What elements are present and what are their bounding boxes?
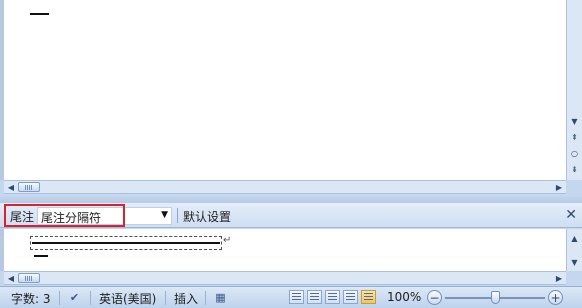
- scroll-up-icon[interactable]: ▲: [567, 231, 582, 245]
- scroll-thumb[interactable]: [18, 273, 40, 283]
- scroll-thumb[interactable]: [18, 182, 40, 192]
- highlight-box: [4, 204, 125, 227]
- print-layout-view-icon[interactable]: [289, 290, 304, 304]
- scroll-down-icon[interactable]: ▼: [567, 114, 582, 128]
- endnote-reference-mark: [30, 13, 49, 15]
- grip-icon: [25, 275, 33, 281]
- zoom-level[interactable]: 100%: [387, 290, 421, 304]
- zoom-slider-thumb[interactable]: [491, 291, 500, 304]
- cursor-mark: [34, 255, 48, 257]
- status-divider: [205, 291, 206, 305]
- web-layout-view-icon[interactable]: [325, 290, 340, 304]
- vertical-scrollbar[interactable]: ▼ ⇞ ○ ⇟: [566, 0, 582, 180]
- status-bar: 字数: 3 ✔ 英语(美国) 插入 ▦ 100% − +: [0, 286, 582, 308]
- word-window: ▼ ⇞ ○ ⇟ ◀ ▶ 尾注 尾注分隔符 ▼ 默认设置 ✕ ↵ ▲ ▼ ◀ ▶ …: [0, 0, 582, 308]
- close-icon[interactable]: ✕: [565, 207, 577, 223]
- insert-mode[interactable]: 插入: [174, 290, 198, 307]
- toolbar-divider: [177, 208, 178, 223]
- language[interactable]: 英语(美国): [99, 290, 156, 307]
- scroll-right-icon[interactable]: ▶: [552, 272, 566, 284]
- document-page[interactable]: [4, 0, 566, 180]
- note-vertical-scrollbar[interactable]: ▲ ▼: [566, 229, 582, 271]
- chevron-down-icon[interactable]: ▼: [161, 210, 168, 220]
- pane-splitter[interactable]: [0, 194, 582, 203]
- horizontal-scrollbar[interactable]: ◀ ▶: [4, 180, 566, 194]
- outline-view-icon[interactable]: [343, 290, 358, 304]
- note-horizontal-scrollbar[interactable]: ◀ ▶: [4, 271, 566, 285]
- endnote-pane[interactable]: ↵: [4, 229, 566, 271]
- note-pane-toolbar: 尾注 尾注分隔符 ▼ 默认设置 ✕: [0, 203, 582, 228]
- next-page-icon[interactable]: ⇟: [567, 162, 582, 176]
- zoom-in-icon[interactable]: +: [548, 290, 563, 305]
- draft-view-icon[interactable]: [361, 290, 376, 304]
- zoom-out-icon[interactable]: −: [427, 290, 442, 305]
- status-divider: [90, 291, 91, 305]
- default-settings-button[interactable]: 默认设置: [183, 208, 231, 225]
- separator-line: [32, 242, 220, 244]
- scroll-left-icon[interactable]: ◀: [4, 272, 18, 284]
- spell-check-icon[interactable]: ✔: [67, 290, 82, 304]
- grip-icon: [25, 184, 33, 190]
- paragraph-mark-icon: ↵: [223, 235, 232, 246]
- status-divider: [165, 291, 166, 305]
- select-browse-object-icon[interactable]: ○: [567, 146, 582, 160]
- word-count[interactable]: 字数: 3: [11, 290, 51, 307]
- scroll-down-icon[interactable]: ▼: [567, 255, 582, 269]
- endnote-separator[interactable]: [30, 236, 222, 250]
- macro-record-icon[interactable]: ▦: [213, 290, 228, 304]
- status-divider: [59, 291, 60, 305]
- full-screen-reading-view-icon[interactable]: [307, 290, 322, 304]
- previous-page-icon[interactable]: ⇞: [567, 130, 582, 144]
- scroll-right-icon[interactable]: ▶: [552, 181, 566, 193]
- scroll-left-icon[interactable]: ◀: [4, 181, 18, 193]
